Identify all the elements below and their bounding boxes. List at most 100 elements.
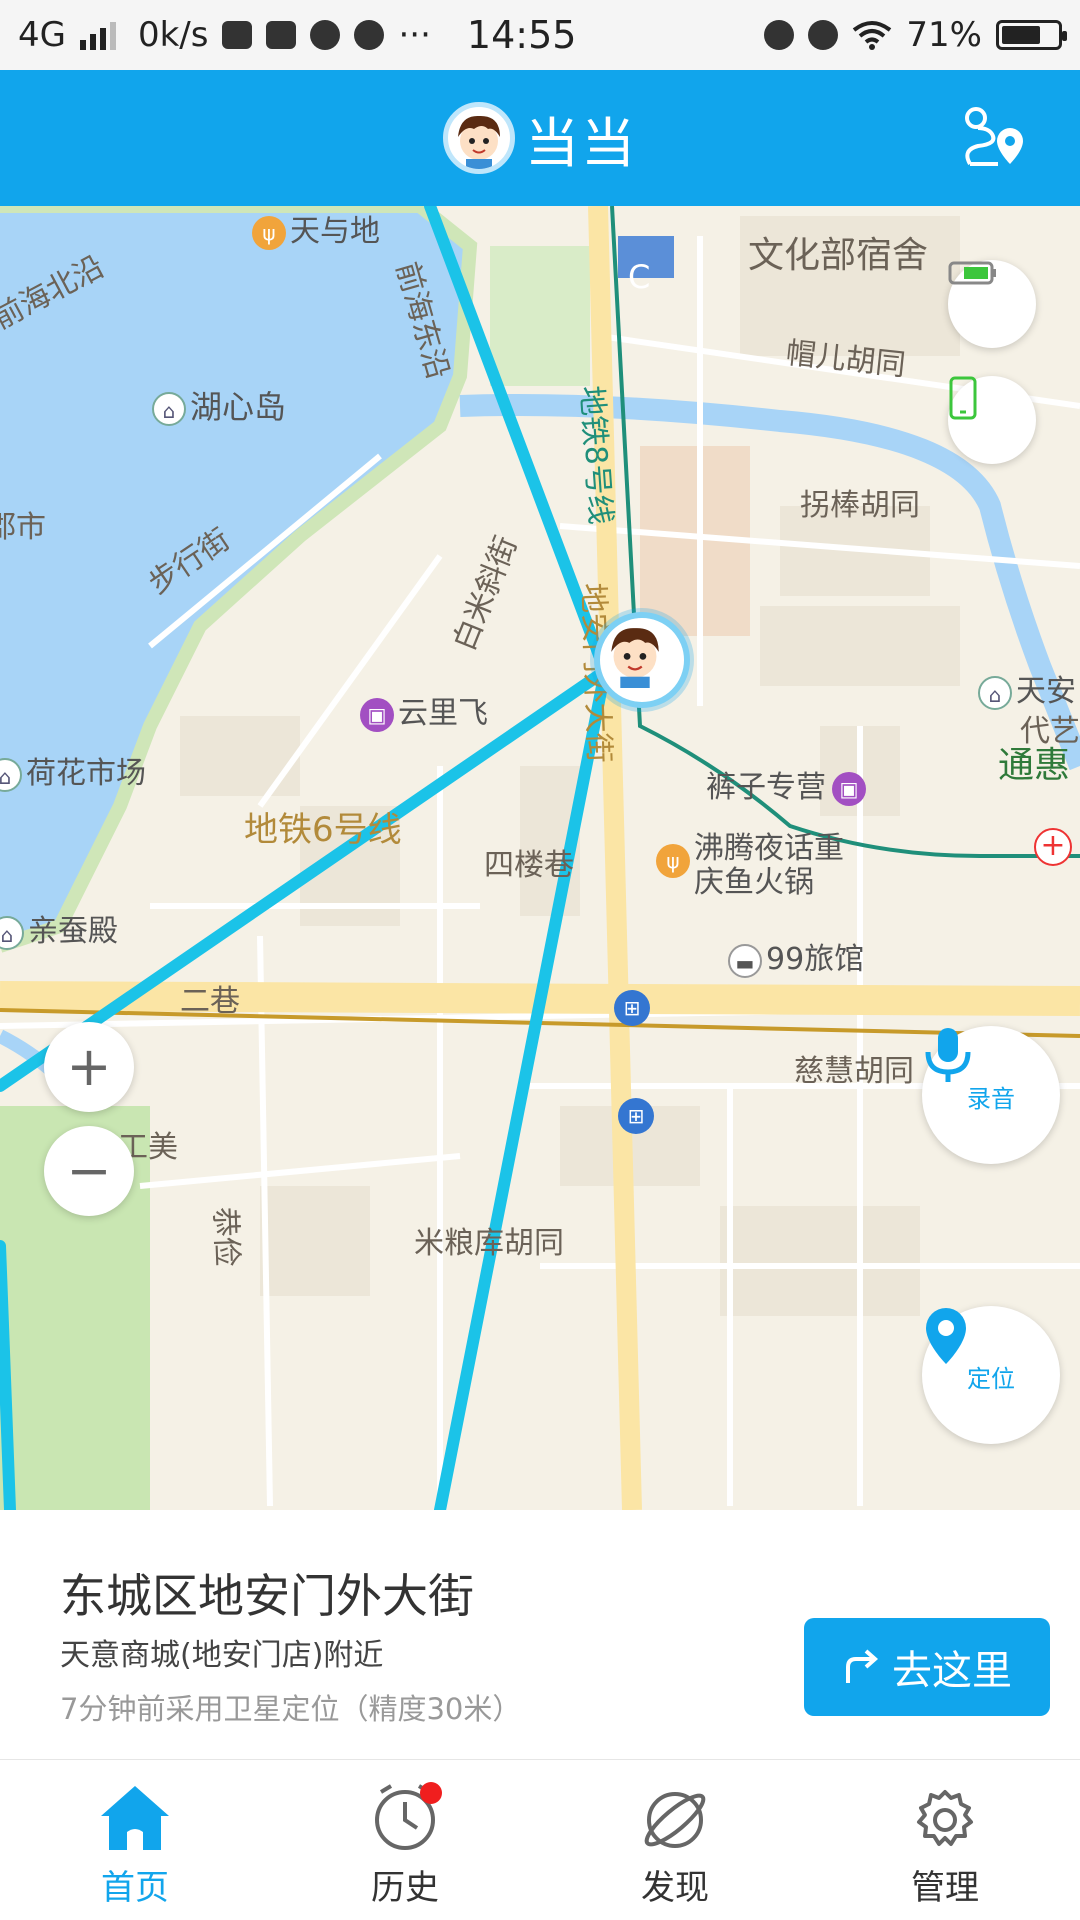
map-poi-huxindao[interactable]: ⌂ 湖心岛 — [152, 382, 286, 428]
address-title: 东城区地安门外大街 — [60, 1569, 474, 1623]
battery-status-button[interactable] — [948, 260, 1036, 348]
turn-right-arrow-icon — [846, 1649, 879, 1683]
map-view[interactable]: ψ 天与地 前海北沿 前海东沿 C 文化部宿舍 ⌂ 湖心岛 帽儿胡同 地铁8号线 拐… — [0, 206, 1080, 1510]
alarm-icon — [808, 20, 839, 50]
landmark-icon: ⌂ — [978, 675, 1012, 710]
restaurant-icon: ψ — [252, 215, 286, 250]
navigate-label: 去这里 — [892, 1648, 1012, 1694]
locate-label: 定位 — [967, 1364, 1015, 1393]
map-label-mitang: 米粮库胡同 — [414, 1226, 564, 1261]
clock-time: 14:55 — [466, 13, 577, 57]
battery-percent: 71% — [906, 15, 982, 55]
phone-icon — [949, 376, 977, 420]
tab-manage[interactable]: 管理 — [810, 1760, 1080, 1920]
minus-icon: − — [66, 1139, 112, 1202]
map-label-cihui: 慈慧胡同 — [794, 1054, 914, 1089]
poi-label: 庆鱼火锅 — [694, 865, 814, 900]
bus-stop-icon[interactable]: ⊞ — [618, 1098, 654, 1134]
battery-level-icon — [948, 261, 996, 285]
map-label-wenhuabu: 文化部宿舍 — [748, 235, 929, 276]
wifi-icon — [853, 21, 892, 50]
battery-icon — [996, 20, 1067, 50]
poi-label: 裤子专营 — [706, 770, 826, 805]
network-speed: 0k/s — [137, 15, 209, 55]
poi-label: 荷花市场 — [26, 756, 146, 791]
home-icon — [101, 1786, 169, 1850]
record-label: 录音 — [967, 1084, 1015, 1113]
bluetooth-icon — [764, 20, 795, 50]
poi-label: 天与地 — [290, 214, 380, 249]
more-notifications-icon: ··· — [398, 15, 431, 55]
poi-label: 亲蚕殿 — [28, 914, 118, 949]
microphone-icon — [925, 1028, 971, 1082]
map-label-subway6: 地铁6号线 — [244, 810, 402, 850]
map-label-shi: 郡市 — [0, 510, 46, 545]
tab-discover-label: 发现 — [641, 1868, 709, 1908]
boy-avatar-icon — [458, 115, 500, 169]
landmark-icon: ⌂ — [0, 915, 24, 950]
child-avatar[interactable] — [443, 102, 515, 174]
map-poi-yunlifei[interactable]: ▣ 云里飞 — [360, 688, 488, 732]
campus-area — [490, 246, 590, 386]
map-poi-tianyudi[interactable]: ψ 天与地 — [252, 206, 380, 250]
map-label-erxiang: 二巷 — [180, 984, 240, 1019]
child-location-marker[interactable] — [594, 612, 690, 708]
tab-manage-label: 管理 — [911, 1868, 979, 1908]
map-label-gongjian: 恭俭 — [207, 1206, 245, 1268]
map-label-guaibang: 拐棒胡同 — [800, 488, 920, 523]
tab-home-label: 首页 — [101, 1868, 169, 1908]
location-meta: 7分钟前采用卫星定位（精度30米） — [60, 1692, 522, 1726]
location-pin-icon — [926, 1308, 966, 1364]
bus-stop-icon[interactable]: ⊞ — [614, 990, 650, 1026]
map-poi-qincan[interactable]: ⌂ 亲蚕殿 — [0, 906, 118, 950]
app-header: 当当 — [0, 70, 1080, 206]
shopping-icon: ▣ — [832, 771, 866, 806]
metro-exit-label: C — [628, 258, 651, 296]
zoom-out-button[interactable]: − — [44, 1126, 134, 1216]
message-icon — [310, 20, 341, 50]
gallery-icon — [266, 21, 297, 49]
notification-app-icon — [222, 21, 253, 49]
poi-label: 湖心岛 — [190, 388, 287, 426]
hospital-icon[interactable]: + — [1034, 828, 1072, 866]
unread-badge — [420, 1782, 442, 1804]
location-info-panel: 东城区地安门外大街 天意商城(地安门店)附近 7分钟前采用卫星定位（精度30米）… — [0, 1510, 1080, 1760]
map-poi-hotel99[interactable]: ▬ 99旅馆 — [728, 934, 864, 978]
map-poi-hehua[interactable]: ⌂ 荷花市场 — [0, 748, 146, 792]
bottom-nav: 首页 历史 发现 管理 — [0, 1760, 1080, 1920]
nearby-landmark: 天意商城(地安门店)附近 — [60, 1638, 384, 1673]
locate-button[interactable]: 定位 — [922, 1306, 1060, 1444]
map-poi-tianan[interactable]: ⌂ 天安 — [978, 666, 1076, 710]
tab-discover[interactable]: 发现 — [540, 1760, 810, 1920]
status-bar: 4G 0k/s ··· 14:55 71% — [0, 0, 1080, 70]
route-history-button[interactable] — [958, 100, 1034, 176]
boy-avatar-icon — [611, 628, 659, 688]
zoom-in-button[interactable]: + — [44, 1022, 134, 1112]
tab-home[interactable]: 首页 — [0, 1760, 270, 1920]
map-label-silou: 四楼巷 — [484, 848, 574, 883]
gear-icon — [917, 1790, 973, 1846]
landmark-icon: ⌂ — [152, 392, 186, 426]
poi-label: 天安 — [1016, 674, 1076, 709]
landmark-icon: ⌂ — [0, 757, 22, 792]
shopping-icon: ▣ — [360, 697, 394, 732]
device-status-button[interactable] — [948, 376, 1036, 464]
record-button[interactable]: 录音 — [922, 1026, 1060, 1164]
poi-label: 云里飞 — [398, 696, 488, 731]
map-poi-feiteng[interactable]: ψ 沸腾夜话重 庆鱼火锅 — [656, 832, 844, 900]
poi-label: 沸腾夜话重 — [694, 831, 844, 866]
route-icon — [965, 107, 1023, 166]
map-label-tonghui: 通惠 — [998, 745, 1071, 786]
restaurant-icon: ψ — [656, 844, 690, 878]
page-title: 当当 — [525, 111, 637, 175]
planet-icon — [644, 1792, 706, 1848]
hotel-icon: ▬ — [728, 943, 762, 978]
tab-history-label: 历史 — [371, 1868, 439, 1908]
navigate-button[interactable]: 去这里 — [804, 1618, 1050, 1716]
weibo-icon — [354, 20, 385, 50]
poi-label: 99旅馆 — [766, 942, 865, 977]
tab-history[interactable]: 历史 — [270, 1760, 540, 1920]
poi-label-block: 沸腾夜话重 庆鱼火锅 — [694, 832, 844, 900]
signal-icon — [79, 20, 116, 50]
map-poi-kuzi[interactable]: 裤子专营 ▣ — [706, 762, 870, 806]
